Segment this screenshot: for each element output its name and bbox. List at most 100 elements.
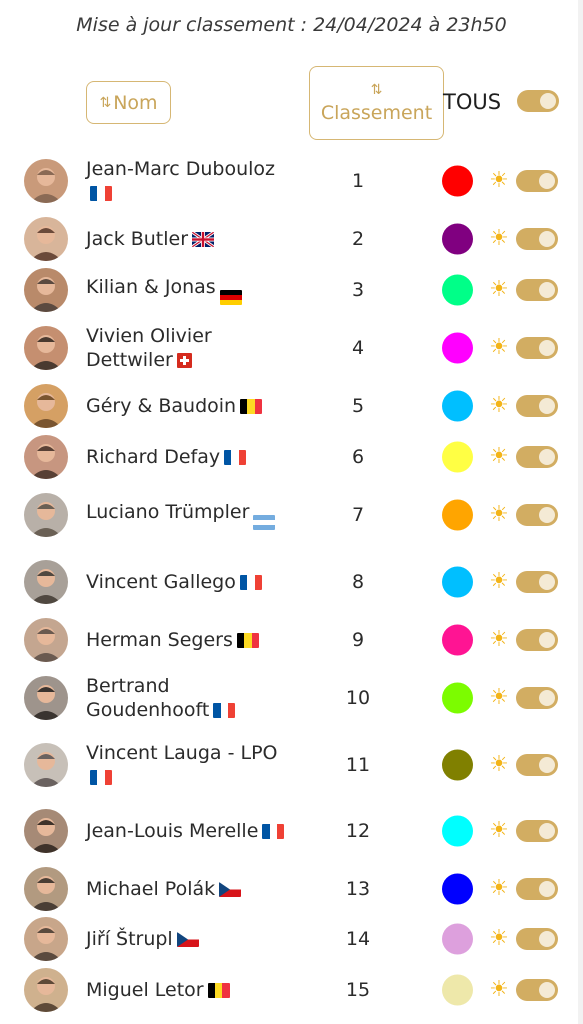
player-color-dot xyxy=(442,274,473,306)
player-name-text: Miguel Letor xyxy=(86,979,204,1001)
player-visibility-toggle[interactable] xyxy=(516,571,558,593)
avatar xyxy=(24,743,68,787)
sun-icon[interactable]: ☀ xyxy=(487,819,511,843)
player-rank: 11 xyxy=(345,754,371,776)
player-name: Miguel Letor xyxy=(86,978,291,1002)
player-name-text: Vivien Olivier Dettwiler xyxy=(86,325,212,371)
toggle-knob xyxy=(539,231,555,247)
player-name-text: Luciano Trümpler xyxy=(86,501,250,523)
player-visibility-toggle[interactable] xyxy=(516,170,558,192)
player-visibility-toggle[interactable] xyxy=(516,629,558,651)
player-color-dot xyxy=(442,441,473,473)
avatar xyxy=(24,968,68,1012)
sun-icon[interactable]: ☀ xyxy=(487,445,511,469)
sun-icon[interactable]: ☀ xyxy=(487,978,511,1002)
toggle-knob xyxy=(539,632,555,648)
player-name: Luciano Trümpler xyxy=(86,500,291,530)
avatar xyxy=(24,217,68,261)
player-rank: 12 xyxy=(345,820,371,842)
player-rank: 14 xyxy=(345,928,371,950)
toggle-knob xyxy=(539,690,555,706)
player-visibility-toggle[interactable] xyxy=(516,979,558,1001)
player-name: Vincent Gallego xyxy=(86,570,291,594)
player-visibility-toggle[interactable] xyxy=(516,928,558,950)
player-rank: 3 xyxy=(351,279,365,301)
sun-icon[interactable]: ☀ xyxy=(487,227,511,251)
avatar xyxy=(24,917,68,961)
player-color-dot xyxy=(442,749,473,781)
sun-icon[interactable]: ☀ xyxy=(487,169,511,193)
player-visibility-toggle[interactable] xyxy=(516,279,558,301)
player-name-text: Herman Segers xyxy=(86,629,233,651)
be-flag-icon xyxy=(240,399,263,414)
player-name: Bertrand Goudenhooft xyxy=(86,674,291,722)
player-rank: 6 xyxy=(351,446,365,468)
player-visibility-toggle[interactable] xyxy=(516,504,558,526)
sun-icon[interactable]: ☀ xyxy=(487,503,511,527)
avatar xyxy=(24,867,68,911)
de-flag-icon xyxy=(219,290,242,305)
sun-icon[interactable]: ☀ xyxy=(487,278,511,302)
player-visibility-toggle[interactable] xyxy=(516,878,558,900)
sun-icon[interactable]: ☀ xyxy=(487,686,511,710)
player-name-text: Jean-Louis Merelle xyxy=(86,820,259,842)
avatar xyxy=(24,159,68,203)
player-name: Géry & Baudoin xyxy=(86,394,291,418)
player-rank: 13 xyxy=(345,878,371,900)
player-name: Jean-Louis Merelle xyxy=(86,819,291,843)
sort-by-name-label: Nom xyxy=(113,91,158,114)
player-name: Michael Polák xyxy=(86,877,291,901)
sort-icon: ⇅ xyxy=(99,94,112,111)
player-visibility-toggle[interactable] xyxy=(516,446,558,468)
toggle-knob xyxy=(539,173,555,189)
sort-by-name-button[interactable]: ⇅ Nom xyxy=(86,81,171,124)
fr-flag-icon xyxy=(224,450,247,465)
sun-icon[interactable]: ☀ xyxy=(487,394,511,418)
player-color-dot xyxy=(442,390,473,422)
sun-icon[interactable]: ☀ xyxy=(487,877,511,901)
player-rank: 15 xyxy=(345,979,371,1001)
player-visibility-toggle[interactable] xyxy=(516,337,558,359)
player-rank: 7 xyxy=(351,504,365,526)
player-color-dot xyxy=(442,223,473,255)
fr-flag-icon xyxy=(90,186,112,201)
toggle-knob xyxy=(539,931,555,947)
sort-by-rank-button[interactable]: ⇅ Classement xyxy=(309,66,444,140)
sort-icon: ⇅ xyxy=(370,82,383,98)
sun-icon[interactable]: ☀ xyxy=(487,628,511,652)
toggle-knob xyxy=(540,93,556,109)
fr-flag-icon xyxy=(239,575,262,590)
avatar xyxy=(24,493,68,537)
toggle-knob xyxy=(539,881,555,897)
cz-flag-icon xyxy=(176,932,199,947)
all-toggle[interactable] xyxy=(517,90,559,112)
player-rank: 9 xyxy=(351,629,365,651)
player-visibility-toggle[interactable] xyxy=(516,228,558,250)
sun-icon[interactable]: ☀ xyxy=(487,336,511,360)
sun-icon[interactable]: ☀ xyxy=(487,753,511,777)
player-color-dot xyxy=(442,499,473,531)
sun-icon[interactable]: ☀ xyxy=(487,570,511,594)
gb-flag-icon xyxy=(192,232,215,247)
fr-flag-icon xyxy=(262,824,285,839)
toggle-knob xyxy=(539,449,555,465)
all-label: TOUS xyxy=(443,90,502,114)
player-color-dot xyxy=(442,974,473,1006)
player-visibility-toggle[interactable] xyxy=(516,687,558,709)
ranking-update-text: Mise à jour classement : 24/04/2024 à 23… xyxy=(76,14,507,36)
player-name: Vincent Lauga - LPO xyxy=(86,741,291,789)
sun-icon[interactable]: ☀ xyxy=(487,927,511,951)
player-color-dot xyxy=(442,566,473,598)
player-visibility-toggle[interactable] xyxy=(516,395,558,417)
toggle-knob xyxy=(539,982,555,998)
player-name: Kilian & Jonas xyxy=(86,275,291,305)
player-color-dot xyxy=(442,624,473,656)
player-color-dot xyxy=(442,815,473,847)
player-color-dot xyxy=(442,923,473,955)
toggle-knob xyxy=(539,757,555,773)
player-visibility-toggle[interactable] xyxy=(516,754,558,776)
toggle-knob xyxy=(539,340,555,356)
avatar xyxy=(24,268,68,312)
player-visibility-toggle[interactable] xyxy=(516,820,558,842)
player-rank: 8 xyxy=(351,571,365,593)
